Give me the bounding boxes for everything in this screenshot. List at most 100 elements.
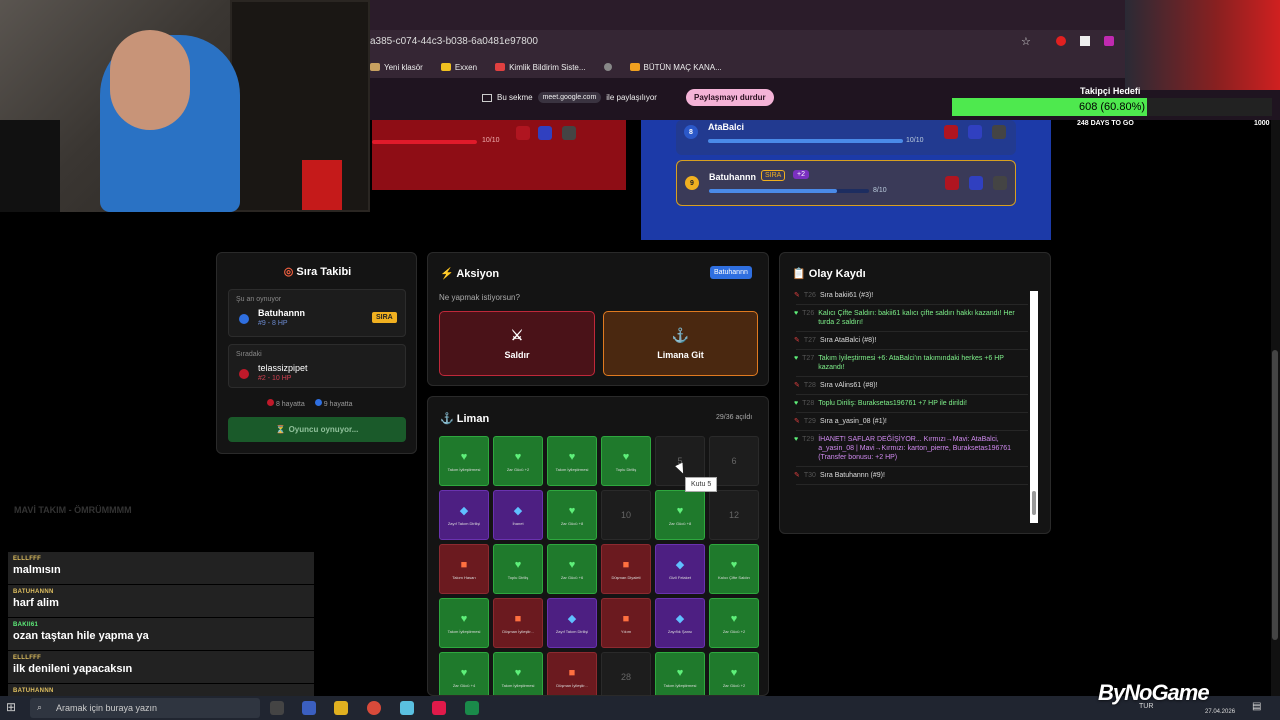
port-cell[interactable]: ◆ Zayıf Takım Dirilişi bbox=[439, 490, 489, 540]
taskbar-search[interactable]: Aramak için buraya yazın bbox=[30, 698, 260, 718]
port-cell[interactable]: ◆ Gizli Felaket bbox=[655, 544, 705, 594]
exxen-icon bbox=[440, 63, 451, 71]
port-cell[interactable]: ♥ Takım İyileştirmesi bbox=[439, 436, 489, 486]
next-player-meta: #2 - 10 HP bbox=[258, 375, 292, 382]
stop-sharing-button[interactable]: Paylaşmayı durdur bbox=[686, 89, 774, 106]
port-cell[interactable]: ■ Düşman İyileştir... bbox=[493, 598, 543, 648]
shield-icon[interactable] bbox=[968, 125, 982, 139]
extension-icon[interactable] bbox=[1056, 36, 1066, 46]
app-icon[interactable] bbox=[465, 701, 479, 715]
notification-icon[interactable]: ▤ bbox=[1252, 701, 1261, 712]
port-cell[interactable]: ♥ Zar Gücü +2 bbox=[709, 652, 759, 695]
alive-counts: 8 hayatta 9 hayatta bbox=[267, 399, 353, 408]
chat-username: ELLLFFF bbox=[13, 655, 42, 661]
panel-title: Sıra Takibi bbox=[296, 266, 352, 278]
address-bar[interactable]: a385-c074-44c3-b038-6a0481e97800 ☆ bbox=[370, 32, 1050, 52]
page-scrollbar-thumb[interactable] bbox=[1272, 350, 1278, 640]
bookmark-label: Yeni klasör bbox=[384, 62, 423, 72]
cell-number: 28 bbox=[620, 672, 631, 682]
shield-icon[interactable] bbox=[538, 126, 552, 140]
port-cell[interactable]: ♥ Kalıcı Çifte Saldırı bbox=[709, 544, 759, 594]
chrome-icon[interactable] bbox=[367, 701, 381, 715]
port-cell[interactable]: ♥ Zar Gücü +8 bbox=[547, 490, 597, 540]
cell-label: Zayıflık Şansı bbox=[667, 628, 693, 634]
cell-label: Düşman Diyaleti bbox=[611, 574, 641, 580]
taskbar-date[interactable]: 27.04.2026 bbox=[1205, 709, 1235, 715]
skull-icon[interactable] bbox=[516, 126, 530, 140]
turn-badge: SIRA bbox=[761, 170, 786, 181]
log-scrollbar[interactable] bbox=[1030, 291, 1038, 523]
port-cell[interactable]: ♥ Takım İyileştirmesi bbox=[439, 598, 489, 648]
heart-icon: ♥ bbox=[794, 310, 799, 317]
port-cell[interactable]: 10 bbox=[601, 490, 651, 540]
log-entry: ✎ T30 Sıra Batuhannn (#9)! bbox=[790, 467, 1034, 484]
bookmark-item[interactable]: BÜTÜN MAÇ KANA... bbox=[629, 63, 722, 72]
port-cell[interactable]: ♥ Takım İyileştirmesi bbox=[547, 436, 597, 486]
bookmark-item[interactable]: Exxen bbox=[440, 63, 477, 72]
cell-label: Takım İyileştirmesi bbox=[555, 466, 589, 472]
heart-icon: ♥ bbox=[460, 612, 468, 625]
port-cell[interactable]: ◆ Zayıflık Şansı bbox=[655, 598, 705, 648]
go-port-label: Limana Git bbox=[657, 350, 704, 360]
cell-label: Takım İyileştirmesi bbox=[501, 682, 535, 688]
port-cell[interactable]: ◆ Zayıf Takım Dirilişi bbox=[547, 598, 597, 648]
heal-icon[interactable] bbox=[993, 176, 1007, 190]
bookmark-item[interactable]: Kimlik Bildirim Siste... bbox=[495, 63, 586, 72]
port-cell[interactable]: ■ Takım Hasarı bbox=[439, 544, 489, 594]
heal-icon[interactable] bbox=[562, 126, 576, 140]
app-icon[interactable] bbox=[302, 701, 316, 715]
hp-fill bbox=[709, 189, 837, 193]
go-to-port-button[interactable]: ⚓ Limana Git bbox=[603, 311, 758, 376]
port-cell[interactable]: ♥ Zar Gücü +6 bbox=[547, 544, 597, 594]
skull-icon[interactable] bbox=[944, 125, 958, 139]
port-cell[interactable]: 28 bbox=[601, 652, 651, 695]
port-cell[interactable]: ♥ Takım İyileştirmesi bbox=[493, 652, 543, 695]
task-view-icon[interactable] bbox=[270, 701, 284, 715]
log-list[interactable]: ✎ T26 Sıra bakii61 (#3)! ♥ T26 Kalıcı Çifte S… bbox=[790, 287, 1034, 523]
flag bbox=[302, 160, 342, 210]
port-cell[interactable]: ♥ Zar Gücü +4 bbox=[439, 652, 489, 695]
heart-icon: ♥ bbox=[676, 666, 684, 679]
port-cell[interactable]: ■ Düşman İyileştir... bbox=[547, 652, 597, 695]
hp-text: 8/10 bbox=[873, 187, 887, 194]
port-cell[interactable]: ♥ Toplu Diriliş bbox=[601, 436, 651, 486]
cell-label: Takım İyileştirmesi bbox=[447, 628, 481, 634]
heal-icon[interactable] bbox=[992, 125, 1006, 139]
panel-title: Olay Kaydı bbox=[808, 268, 866, 280]
extension-icon[interactable] bbox=[1080, 36, 1090, 46]
attack-button[interactable]: ⚔ Saldır bbox=[439, 311, 595, 376]
shield-icon[interactable] bbox=[969, 176, 983, 190]
tooltip: Kutu 5 bbox=[685, 477, 718, 492]
cell-label: Zayıf Takım Dirilişi bbox=[447, 520, 481, 526]
bomb-icon: ■ bbox=[622, 558, 630, 571]
port-cell[interactable]: ♥ Zar Gücü +2 bbox=[493, 436, 543, 486]
screen-share-icon bbox=[482, 93, 492, 102]
next-player-box: Sıradaki telassizpipet #2 - 10 HP bbox=[228, 344, 406, 388]
port-cell[interactable]: ♥ Zar Gücü +8 bbox=[655, 490, 705, 540]
skull-icon[interactable] bbox=[945, 176, 959, 190]
current-player-meta: #9 - 8 HP bbox=[258, 320, 288, 327]
port-cell[interactable]: ♥ Takım İyileştirmesi bbox=[655, 652, 705, 695]
port-cell[interactable]: ♥ Toplu Diriliş bbox=[493, 544, 543, 594]
app-icon[interactable] bbox=[432, 701, 446, 715]
bookmark-star-icon[interactable]: ☆ bbox=[1021, 35, 1031, 48]
port-cell[interactable]: ♥ Zar Gücü +2 bbox=[709, 598, 759, 648]
next-player-name: telassizpipet bbox=[258, 363, 308, 373]
log-turn: T27 bbox=[803, 337, 816, 344]
bookmark-item[interactable]: Yeni klasör bbox=[370, 63, 423, 72]
bookmark-item[interactable] bbox=[603, 63, 612, 71]
app-icon[interactable] bbox=[400, 701, 414, 715]
port-cell[interactable]: 12 bbox=[709, 490, 759, 540]
player-card: 8 AtaBalci 10/10 bbox=[676, 120, 1016, 155]
port-cell[interactable]: ■ Yıkım bbox=[601, 598, 651, 648]
waiting-button[interactable]: ⏳ Oyuncu oynuyor... bbox=[228, 417, 406, 442]
cell-label: Zar Gücü +6 bbox=[560, 574, 584, 580]
extension-icon[interactable] bbox=[1104, 36, 1114, 46]
port-cell[interactable]: ■ Düşman Diyaleti bbox=[601, 544, 651, 594]
file-explorer-icon[interactable] bbox=[334, 701, 348, 715]
log-scrollbar-thumb[interactable] bbox=[1032, 491, 1036, 515]
next-label: Sıradaki bbox=[236, 351, 262, 358]
blue-team-dot bbox=[239, 314, 249, 324]
port-cell[interactable]: ◆ İhanet bbox=[493, 490, 543, 540]
start-icon[interactable]: ⊞ bbox=[6, 700, 16, 714]
